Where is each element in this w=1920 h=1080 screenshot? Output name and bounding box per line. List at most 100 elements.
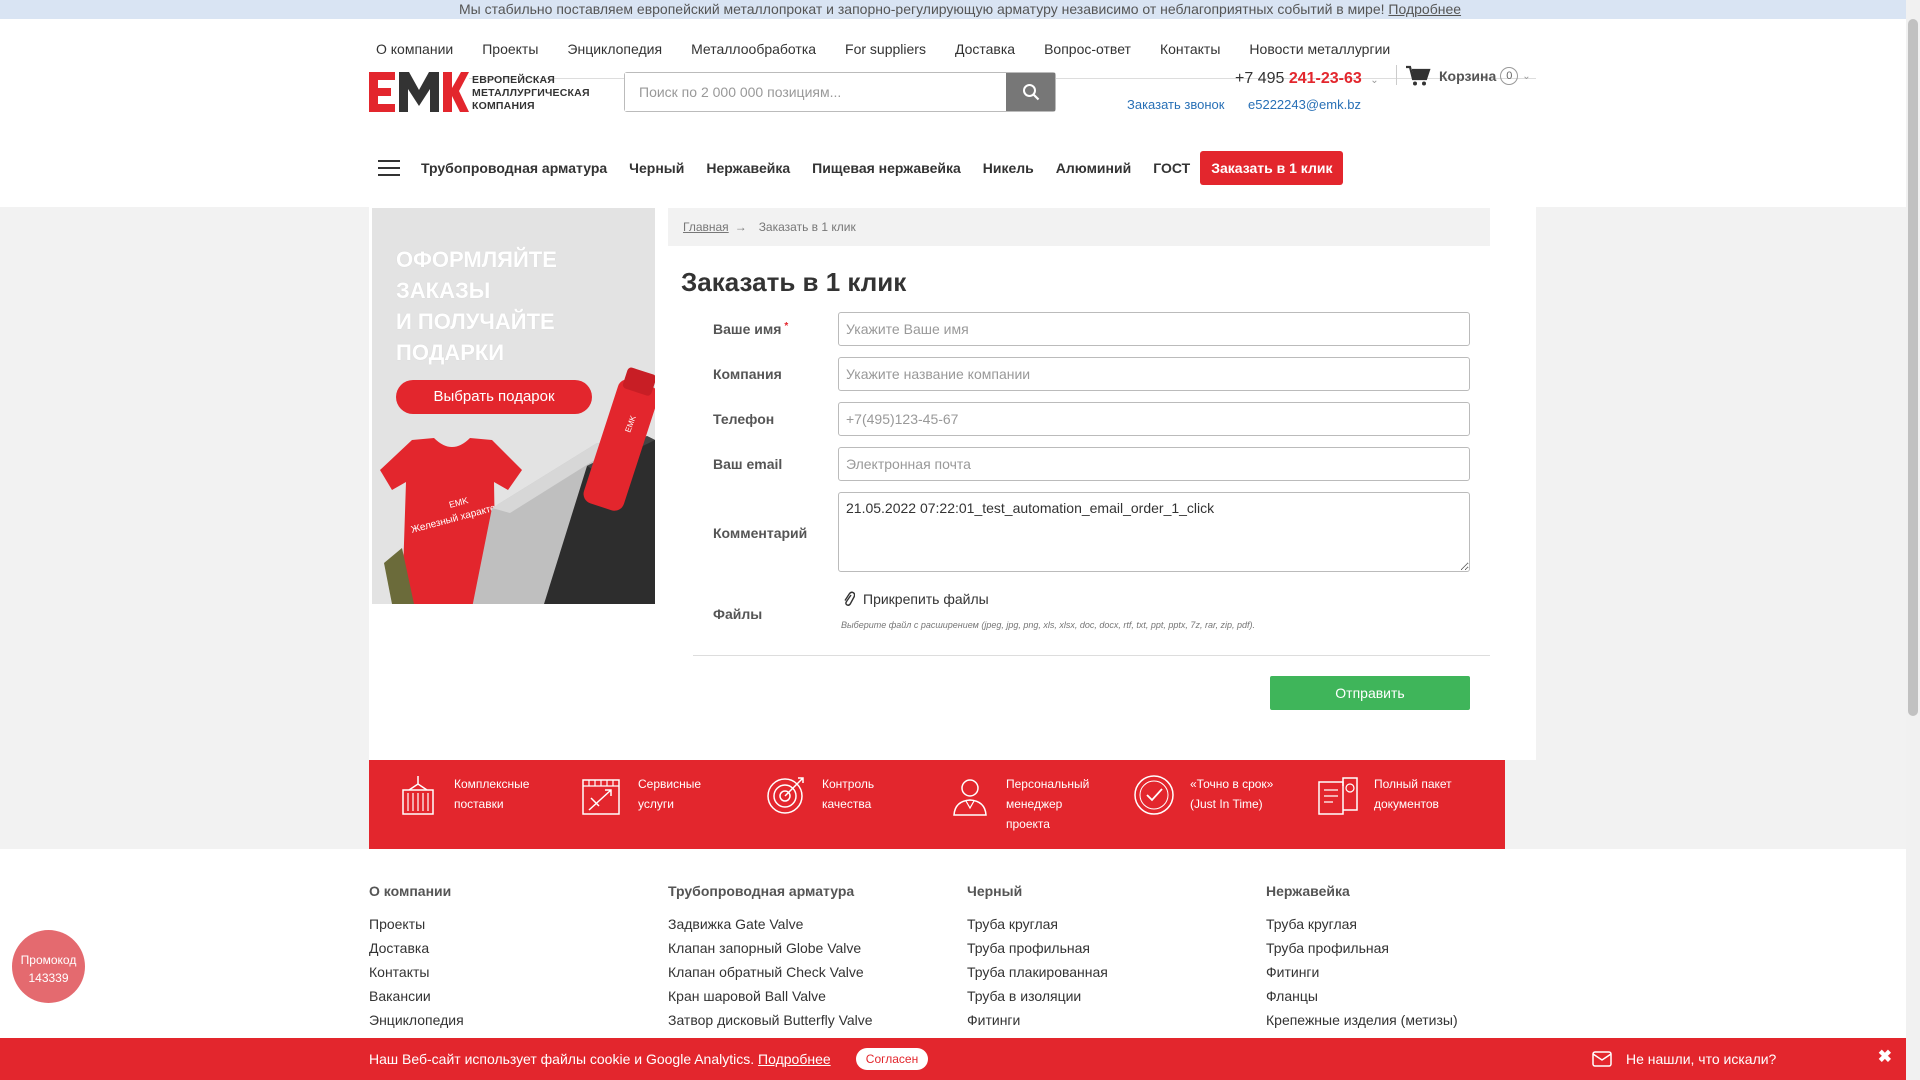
not-found-widget[interactable]: Не нашли, что искали? ✖ xyxy=(1576,1038,1906,1080)
logo-line: МЕТАЛЛУРГИЧЕСКАЯ xyxy=(472,87,590,99)
files-label: Файлы xyxy=(713,606,763,622)
menu-icon[interactable] xyxy=(369,148,409,188)
footer-link[interactable]: Доставка xyxy=(369,936,649,960)
email-link[interactable]: e5222243@emk.bz xyxy=(1248,97,1361,112)
phone-field[interactable] xyxy=(838,402,1470,436)
promo-headline-line: И ПОЛУЧАЙТЕ xyxy=(396,309,555,334)
cookie-more-link[interactable]: Подробнее xyxy=(758,1051,831,1067)
footer-heading[interactable]: О компании xyxy=(369,883,649,899)
phone-digits: 241-23-63 xyxy=(1288,70,1362,87)
announcement-link[interactable]: Подробнее xyxy=(1388,1,1461,17)
features-strip: Комплексные поставки Сервисные услуги Конт… xyxy=(369,760,1505,849)
promocode-badge[interactable]: Промокод 143339 xyxy=(12,930,85,1003)
footer-column: Нержавейка Труба круглая Труба профильна… xyxy=(1266,883,1546,1032)
footer-link[interactable]: Труба плакированная xyxy=(967,960,1247,984)
footer-heading[interactable]: Нержавейка xyxy=(1266,883,1546,899)
main-nav-item[interactable]: Трубопроводная арматура xyxy=(421,160,607,176)
footer-link[interactable]: Труба профильная xyxy=(967,936,1247,960)
search-button[interactable] xyxy=(1006,73,1055,111)
feature-item: «Точно в срок» (Just In Time) xyxy=(1105,760,1289,849)
main-nav-item[interactable]: Нержавейка xyxy=(706,160,790,176)
breadcrumb-current: Заказать в 1 клик xyxy=(758,220,856,234)
footer-link[interactable]: Затвор дисковый Butterfly Valve xyxy=(668,1008,948,1032)
footer-column: Черный Труба круглая Труба профильная Тр… xyxy=(967,883,1247,1032)
cart-count-badge: 0 xyxy=(1500,67,1519,85)
submit-button[interactable]: Отправить xyxy=(1270,676,1470,710)
chevron-down-icon[interactable]: ⌄ xyxy=(1522,71,1530,82)
footer-link[interactable]: Клапан запорный Globe Valve xyxy=(668,936,948,960)
scrollbar[interactable] xyxy=(1906,0,1920,1080)
container-icon xyxy=(402,776,434,815)
logo-text: ЕВРОПЕЙСКАЯ МЕТАЛЛУРГИЧЕСКАЯ КОМПАНИЯ xyxy=(472,74,590,113)
emk-logo-mark xyxy=(369,72,469,112)
chevron-down-icon[interactable]: ⌄ xyxy=(1370,75,1378,86)
feature-text: Комплексные поставки xyxy=(454,774,529,814)
top-nav-item[interactable]: Доставка xyxy=(955,41,1015,57)
feature-item: Контроль качества xyxy=(737,760,921,849)
footer-link[interactable]: Энциклопедия xyxy=(369,1008,649,1032)
top-nav-item[interactable]: For suppliers xyxy=(845,41,926,57)
company-field[interactable] xyxy=(838,357,1470,391)
callback-link[interactable]: Заказать звонок xyxy=(1127,97,1224,112)
top-nav-item[interactable]: Новости металлургии xyxy=(1249,41,1390,57)
cart-button[interactable]: Корзина 0 ⌄ xyxy=(1405,65,1531,87)
footer-link[interactable]: Крепежные изделия (метизы) xyxy=(1266,1008,1546,1032)
footer-link[interactable]: Проекты xyxy=(369,912,649,936)
top-nav-item[interactable]: Энциклопедия xyxy=(567,41,662,57)
scrollbar-thumb[interactable] xyxy=(1908,19,1918,716)
footer-link[interactable]: Труба в изоляции xyxy=(967,984,1247,1008)
logo-line: ЕВРОПЕЙСКАЯ xyxy=(472,74,556,86)
close-icon[interactable]: ✖ xyxy=(1878,1047,1892,1067)
cookie-message: Наш Веб-сайт использует файлы cookie и G… xyxy=(369,1051,755,1067)
promo-headline-line: ПОДАРКИ xyxy=(396,340,505,365)
main-nav-item[interactable]: ГОСТ xyxy=(1153,160,1190,176)
breadcrumb-separator: → xyxy=(734,220,747,234)
top-nav-item[interactable]: Металлообработка xyxy=(691,41,816,57)
divider xyxy=(1396,65,1397,85)
footer-heading[interactable]: Трубопроводная арматура xyxy=(668,883,948,899)
footer-link[interactable]: Задвижка Gate Valve xyxy=(668,912,948,936)
main-nav: Трубопроводная арматура Черный Нержавейк… xyxy=(369,148,1536,188)
attach-files-button[interactable]: Прикрепить файлы xyxy=(843,591,989,607)
cookie-text: Наш Веб-сайт использует файлы cookie и G… xyxy=(369,1051,831,1067)
footer-link[interactable]: Труба круглая xyxy=(1266,912,1546,936)
footer-link[interactable]: Труба профильная xyxy=(1266,936,1546,960)
search-box xyxy=(624,72,1056,112)
cookie-accept-button[interactable]: Согласен xyxy=(856,1048,928,1070)
footer-link[interactable]: Контакты xyxy=(369,960,649,984)
top-nav-item[interactable]: Контакты xyxy=(1160,41,1220,57)
footer-link[interactable]: Фитинги xyxy=(967,1008,1247,1032)
email-field[interactable] xyxy=(838,447,1470,481)
footer-link[interactable]: Клапан обратный Check Valve xyxy=(668,960,948,984)
main-nav-item[interactable]: Пищевая нержавейка xyxy=(812,160,961,176)
search-input[interactable] xyxy=(625,73,1005,111)
order-one-click-button[interactable]: Заказать в 1 клик xyxy=(1200,151,1344,185)
feature-line: поставки xyxy=(454,797,504,811)
main-nav-item[interactable]: Черный xyxy=(629,160,684,176)
breadcrumb-home[interactable]: Главная xyxy=(683,220,729,234)
comment-field[interactable]: 21.05.2022 07:22:01_test_automation_emai… xyxy=(838,492,1470,572)
main-nav-item[interactable]: Алюминий xyxy=(1056,160,1131,176)
attach-files-label: Прикрепить файлы xyxy=(863,591,989,607)
footer-link[interactable]: Фитинги xyxy=(1266,960,1546,984)
top-nav-item[interactable]: Вопрос-ответ xyxy=(1044,41,1131,57)
footer-heading[interactable]: Черный xyxy=(967,883,1247,899)
name-field[interactable] xyxy=(838,312,1470,346)
feature-line: услуги xyxy=(638,797,674,811)
footer-link[interactable]: Фланцы xyxy=(1266,984,1546,1008)
promo-headline-line: ЗАКАЗЫ xyxy=(396,278,491,303)
top-nav-item[interactable]: Проекты xyxy=(482,41,538,57)
feature-text: Сервисные услуги xyxy=(638,774,701,814)
footer-link[interactable]: Кран шаровой Ball Valve xyxy=(668,984,948,1008)
phone-number[interactable]: +7 495 241-23-63 ⌄ xyxy=(1235,70,1379,88)
promo-banner[interactable]: EMK Железный характер EMK ОФОРМЛЯЙТЕ ЗАК… xyxy=(372,208,655,604)
choose-gift-button[interactable]: Выбрать подарок xyxy=(396,380,592,414)
company-logo[interactable]: ЕВРОПЕЙСКАЯ МЕТАЛЛУРГИЧЕСКАЯ КОМПАНИЯ xyxy=(369,72,605,112)
promo-headline-line: ОФОРМЛЯЙТЕ xyxy=(396,247,557,272)
promocode-label: Промокод xyxy=(20,953,77,967)
main-nav-item[interactable]: Никель xyxy=(983,160,1034,176)
top-nav-item[interactable]: О компании xyxy=(376,41,453,57)
footer-link[interactable]: Вакансии xyxy=(369,984,649,1008)
feature-line: проекта xyxy=(1006,817,1050,831)
footer-link[interactable]: Труба круглая xyxy=(967,912,1247,936)
